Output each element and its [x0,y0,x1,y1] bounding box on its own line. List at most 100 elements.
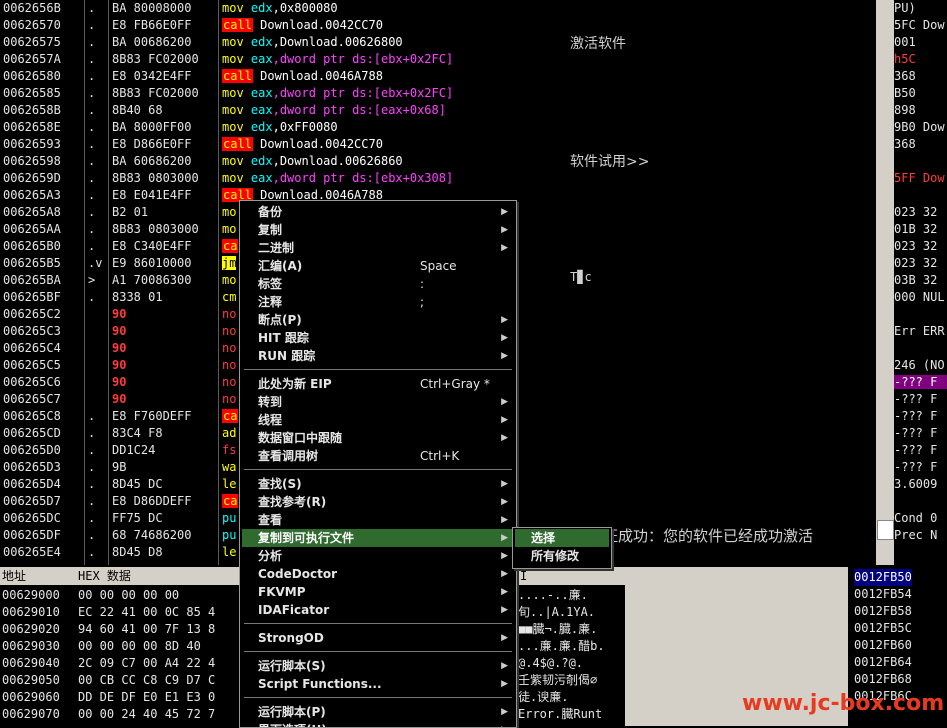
menu-item[interactable]: 分析 ▶ [242,547,514,565]
disasm-row[interactable]: 0062658B. 8B40 68 mov eax,dword ptr ds:[ea… [0,102,557,119]
disasm-row[interactable]: 00626593. E8 D866E0FF call Download.0042CC… [0,136,557,153]
menu-item[interactable]: 查找(S) ▶ [242,475,514,493]
menu-item[interactable]: FKVMP ▶ [242,583,514,601]
hex-cell: 8D45 D8 [112,545,163,559]
menu-item[interactable]: 备份 ▶ [242,203,514,221]
menu-item-label: 注释 [258,295,283,309]
register-row[interactable]: -??? F [894,426,947,440]
register-row[interactable]: 368 [894,69,947,83]
disasm-row[interactable]: 0062658E. BA 8000FF00 mov edx,0xFF0080 [0,119,557,136]
disasm-row[interactable]: 00626585. 8B83 FC02000 mov eax,dword ptr d… [0,85,557,102]
menu-item[interactable]: 查看调用树 Ctrl+K [242,447,514,465]
menu-item[interactable]: 汇编(A) Space [242,257,514,275]
disasm-row[interactable]: 0062659D. 8B83 0803000 mov eax,dword ptr d… [0,170,557,187]
register-row[interactable]: -??? F [894,392,947,406]
register-row[interactable]: -??? F [894,460,947,474]
register-row[interactable]: Cond 0 [894,511,947,525]
menu-item[interactable]: 数据窗口中跟随 ▶ [242,429,514,447]
register-row[interactable]: -??? F [894,375,947,389]
register-row[interactable]: -??? F [894,409,947,423]
menu-item[interactable]: 复制 ▶ [242,221,514,239]
hex-cell: 8D45 DC [112,477,163,491]
disasm-row[interactable]: 0062657A. 8B83 FC02000 mov eax,dword ptr d… [0,51,557,68]
register-row[interactable]: 368 [894,137,947,151]
context-menu[interactable]: 备份 ▶ 复制 ▶ 二进制 ▶ 汇编(A) Space 标签: 注释; 断点(P) ▶ HIT 跟踪 ▶ R… [239,200,517,728]
menu-item[interactable]: 注释; [242,293,514,311]
disasm-row[interactable]: 00626575. BA 00686200 mov edx,Download.006… [0,34,557,51]
menu-item[interactable]: 二进制 ▶ [242,239,514,257]
stack-row[interactable]: 0012FB58 [854,603,912,620]
menu-item[interactable]: 运行脚本(S) ▶ [242,657,514,675]
stack-row[interactable]: 0012FB54 [854,586,912,603]
disasm-row[interactable]: 00626570. E8 FB66E0FF call Download.0042CC… [0,17,557,34]
dump-address: 00629050 [2,673,60,687]
jump-marker: . [88,528,96,542]
scrollbar-thumb[interactable] [877,520,894,540]
register-row[interactable]: 246 (NO [894,358,947,372]
menu-item[interactable]: RUN 跟踪 ▶ [242,347,514,365]
register-row[interactable]: 898 [894,103,947,117]
menu-item[interactable]: Script Functions... ▶ [242,675,514,693]
jump-marker: . [88,222,96,236]
menu-item[interactable]: 运行脚本(P) ▶ [242,703,514,721]
register-row[interactable]: 023 32 [894,205,947,219]
stack-row[interactable]: 0012FB50 [854,569,912,586]
disasm-row[interactable]: 00626580. E8 0342E4FF call Download.0046A7… [0,68,557,85]
jump-marker: . [88,511,96,525]
jump-marker: . [88,154,96,168]
register-row[interactable]: 9B0 Dow [894,120,947,134]
register-row[interactable]: B50 [894,86,947,100]
register-row[interactable]: 001 [894,35,947,49]
column-header-ascii[interactable]: I [518,567,625,585]
menu-item-label: 查看 [258,513,283,527]
menu-item[interactable]: 复制到可执行文件 ▶ [242,529,514,547]
register-row[interactable]: 03B 32 [894,273,947,287]
registers-pane[interactable]: PU) 5FC Dow 001 h5C 368 B50 898 9B0 Dow 368 5FF D… [894,0,947,565]
register-row[interactable]: 023 32 [894,256,947,270]
disasm-row[interactable]: 0062656B. BA 80008000 mov edx,0x800080 [0,0,557,17]
submenu-item[interactable]: 所有修改 [515,547,609,565]
menu-item[interactable]: IDAFicator ▶ [242,601,514,619]
menu-item[interactable]: 标签: [242,275,514,293]
stack-row[interactable]: 0012FB5C [854,620,912,637]
menu-item[interactable]: 界面选项(U) ▶ [242,721,514,727]
register-row[interactable]: 01B 32 [894,222,947,236]
register-row[interactable]: Prec N [894,528,947,542]
register-row[interactable]: 5FF Dow [894,171,947,185]
menu-item[interactable]: 转到 ▶ [242,393,514,411]
menu-item[interactable]: StrongOD ▶ [242,629,514,647]
jump-marker: . [88,443,96,457]
stack-row[interactable]: 0012FB60 [854,637,912,654]
dump-ascii: ....-..亷. [518,588,588,602]
menu-item[interactable]: 断点(P) ▶ [242,311,514,329]
hex-cell: BA 8000FF00 [112,120,192,134]
address-cell: 006265AA [3,222,61,236]
hex-cell: 8B83 FC02000 [112,52,199,66]
submenu-item[interactable]: 选择 [515,529,609,547]
vertical-scrollbar[interactable] [876,0,894,565]
register-row[interactable]: 3.6009 [894,477,947,491]
register-row[interactable]: -??? F [894,443,947,457]
menu-item-label: 界面选项(U) [258,721,327,727]
address-cell: 00626585 [3,86,61,100]
copy-to-exe-submenu[interactable]: 选择 所有修改 [512,527,612,569]
address-cell: 006265D0 [3,443,61,457]
info-text: 软件试用>> [570,154,650,170]
column-header-address[interactable]: 地址 [0,567,77,585]
register-row[interactable]: Err ERR [894,324,947,338]
menu-item[interactable]: CodeDoctor ▶ [242,565,514,583]
disasm-row[interactable]: 00626598. BA 60686200 mov edx,Download.006… [0,153,557,170]
menu-item[interactable]: 线程 ▶ [242,411,514,429]
register-row[interactable]: 000 NUL [894,290,947,304]
menu-item[interactable]: 查找参考(R) ▶ [242,493,514,511]
register-row[interactable]: h5C [894,52,947,66]
stack-row[interactable]: 0012FB64 [854,654,912,671]
stack-row[interactable]: 0012FB68 [854,671,912,688]
register-row[interactable]: PU) [894,1,947,15]
menu-item[interactable]: 查看 ▶ [242,511,514,529]
instruction-cell: mo [222,273,237,287]
register-row[interactable]: 5FC Dow [894,18,947,32]
register-row[interactable]: 023 32 [894,239,947,253]
menu-item[interactable]: 此处为新 EIP Ctrl+Gray * [242,375,514,393]
menu-item[interactable]: HIT 跟踪 ▶ [242,329,514,347]
